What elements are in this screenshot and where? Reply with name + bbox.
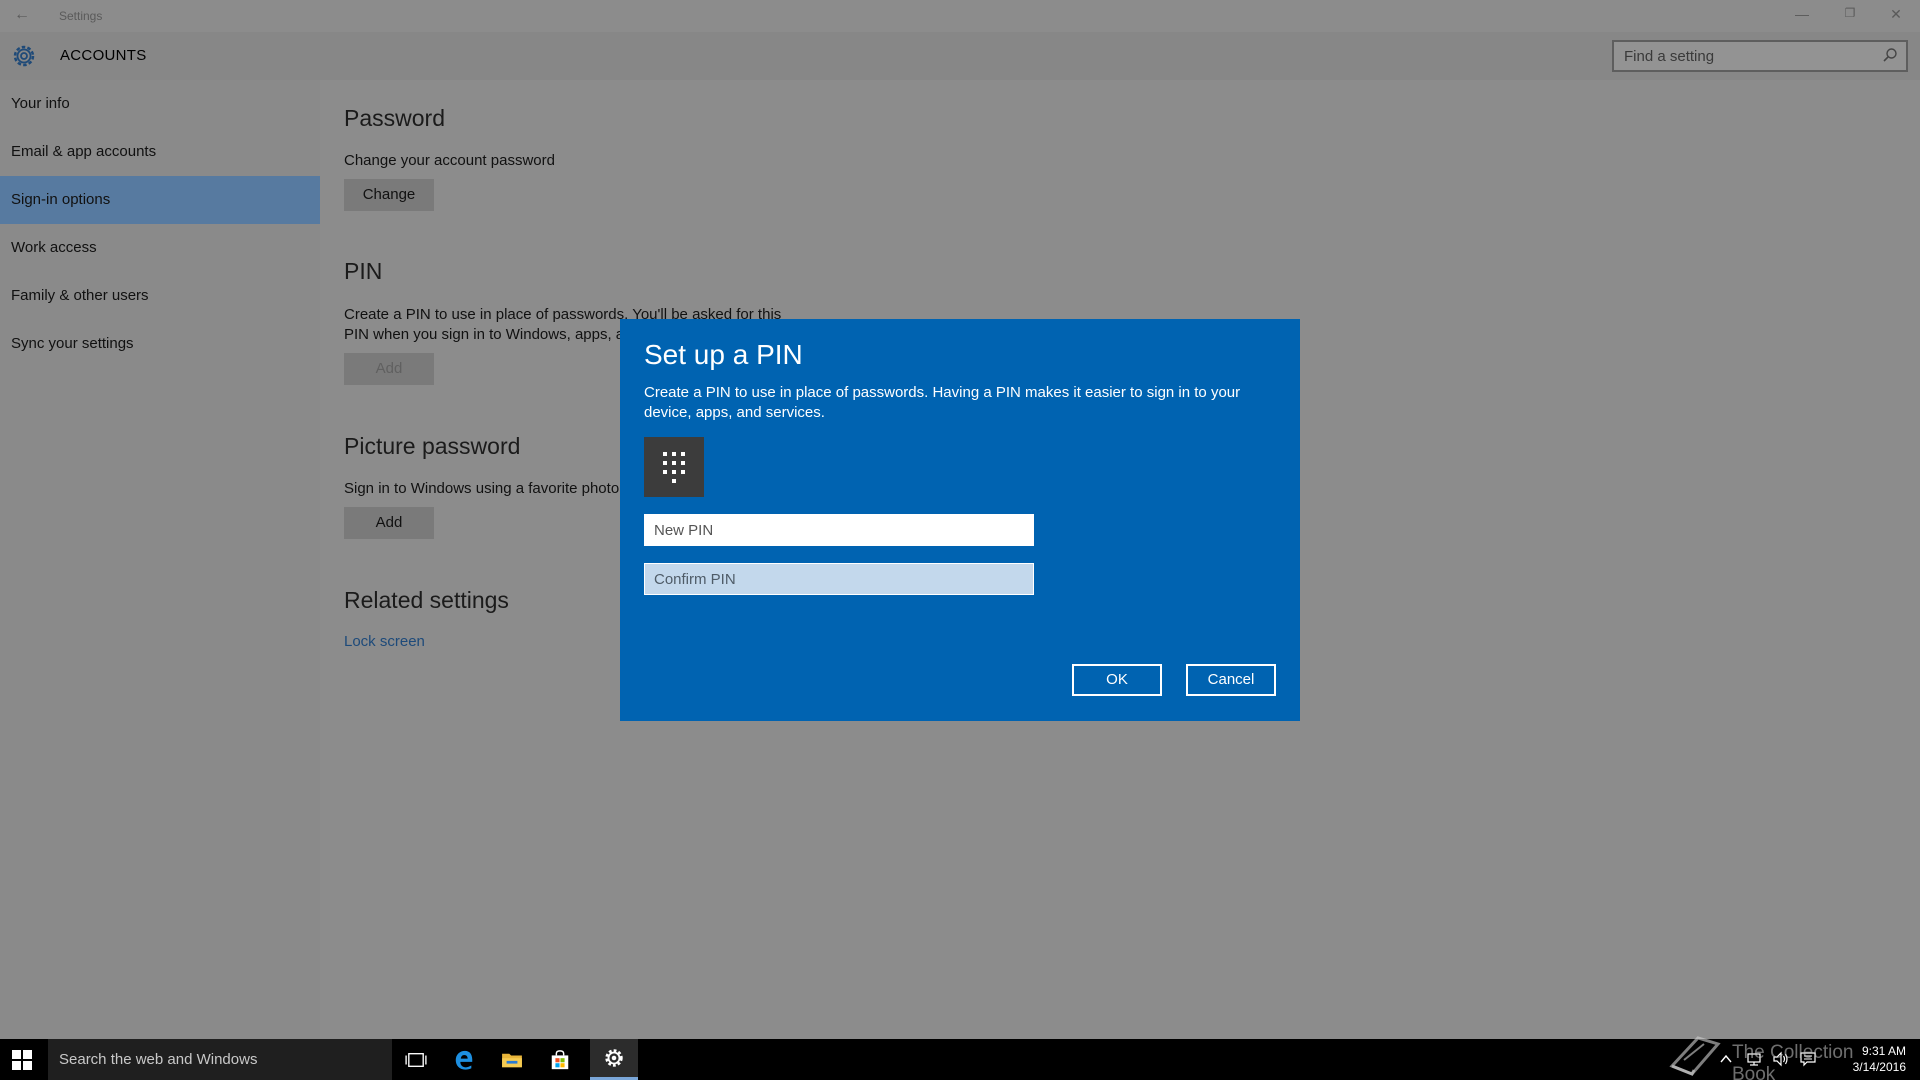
search-box[interactable] — [1612, 40, 1908, 72]
sidebar-item-your-info[interactable]: Your info — [0, 80, 320, 128]
picture-password-description: Sign in to Windows using a favorite phot… — [344, 480, 620, 497]
dialog-title: Set up a PIN — [644, 339, 803, 370]
gear-icon — [13, 45, 35, 67]
add-pin-button[interactable]: Add — [344, 353, 434, 385]
cancel-button[interactable]: Cancel — [1186, 664, 1276, 696]
settings-taskbar-icon[interactable] — [590, 1039, 638, 1080]
ok-button[interactable]: OK — [1072, 664, 1162, 696]
back-arrow-icon[interactable]: ← — [14, 6, 30, 24]
search-icon[interactable] — [1882, 47, 1898, 63]
password-heading: Password — [344, 105, 445, 131]
file-explorer-icon[interactable] — [488, 1039, 536, 1080]
taskbar-search-text: Search the web and Windows — [59, 1051, 258, 1068]
sidebar-item-sync-settings[interactable]: Sync your settings — [0, 320, 320, 368]
task-view-icon[interactable] — [392, 1039, 440, 1080]
sidebar-item-work-access[interactable]: Work access — [0, 224, 320, 272]
keypad-icon — [644, 437, 704, 497]
restore-button[interactable]: ❐ — [1830, 6, 1870, 20]
pin-heading: PIN — [344, 258, 383, 284]
close-button[interactable]: ✕ — [1876, 6, 1916, 23]
store-icon[interactable] — [536, 1039, 584, 1080]
taskbar: Search the web and Windows 9:31 AM 3/14/… — [0, 1039, 1920, 1080]
password-description: Change your account password — [344, 152, 555, 169]
new-pin-field[interactable] — [644, 514, 1034, 546]
confirm-pin-input[interactable] — [645, 564, 1033, 594]
confirm-pin-field[interactable] — [644, 563, 1034, 595]
watermark-text: The Collection Book — [1732, 1042, 1854, 1080]
page-header: ACCOUNTS — [0, 32, 1920, 80]
section-title: ACCOUNTS — [60, 47, 147, 64]
window-title: Settings — [59, 9, 103, 23]
search-input[interactable] — [1614, 42, 1864, 70]
setup-pin-dialog: Set up a PIN Create a PIN to use in plac… — [620, 319, 1300, 721]
minimize-button[interactable]: — — [1782, 6, 1822, 22]
sidebar-item-email-app-accounts[interactable]: Email & app accounts — [0, 128, 320, 176]
title-bar: ← Settings — ❐ ✕ — [0, 0, 1920, 32]
change-password-button[interactable]: Change — [344, 179, 434, 211]
lock-screen-link[interactable]: Lock screen — [344, 633, 425, 650]
taskbar-search-box[interactable]: Search the web and Windows — [48, 1039, 392, 1080]
windows-start-icon[interactable] — [12, 1050, 32, 1070]
add-picture-password-button[interactable]: Add — [344, 507, 434, 539]
sidebar-item-family-other-users[interactable]: Family & other users — [0, 272, 320, 320]
new-pin-input[interactable] — [645, 515, 1033, 545]
edge-browser-icon[interactable] — [440, 1039, 488, 1080]
book-logo-icon — [1669, 1036, 1721, 1076]
pin-description-line2: PIN when you sign in to Windows, apps, a — [344, 326, 625, 343]
sidebar: Your info Email & app accounts Sign-in o… — [0, 80, 320, 1039]
watermark: The Collection Book — [1668, 1028, 1868, 1080]
sidebar-item-sign-in-options[interactable]: Sign-in options — [0, 176, 320, 224]
dialog-description: Create a PIN to use in place of password… — [644, 384, 1241, 421]
related-settings-heading: Related settings — [344, 587, 509, 613]
picture-password-heading: Picture password — [344, 433, 521, 459]
